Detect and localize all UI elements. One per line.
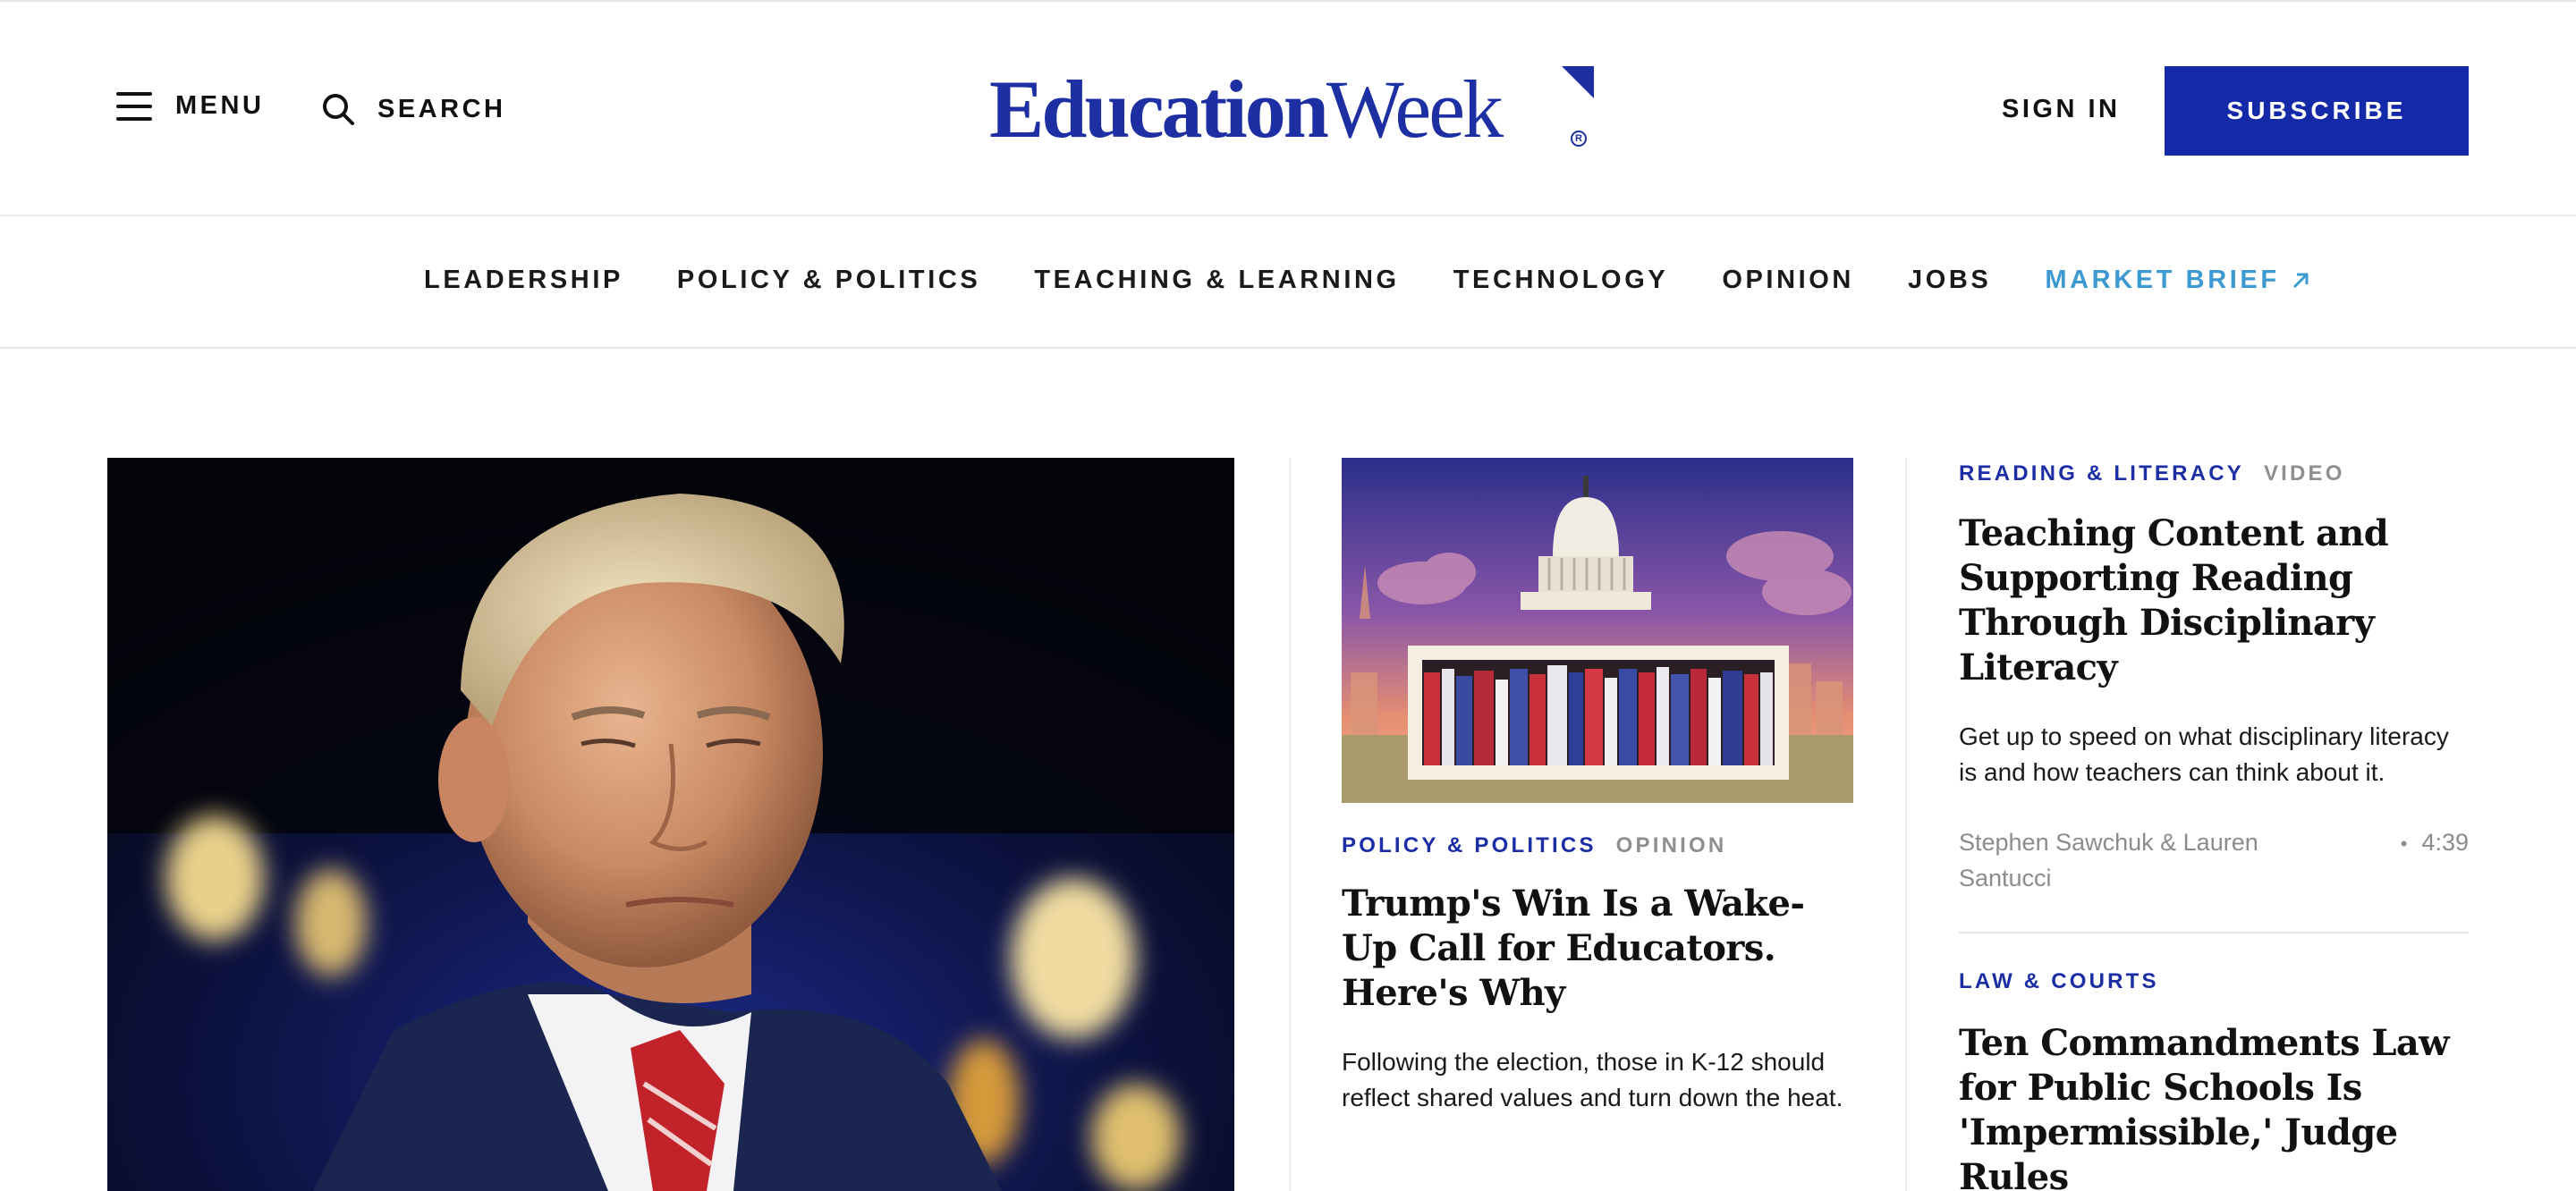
- search-button[interactable]: SEARCH: [320, 91, 505, 127]
- site-logo[interactable]: EducationWeek R: [989, 63, 1594, 156]
- menu-label: MENU: [175, 91, 265, 120]
- story-kicker-row: LAW & COURTS: [1959, 969, 2469, 994]
- hero-photo-illustration: [107, 458, 1234, 1191]
- logo-text-light: Week: [1326, 63, 1504, 155]
- nav-item-leadership[interactable]: LEADERSHIP: [424, 266, 623, 295]
- nav-item-jobs[interactable]: JOBS: [1908, 266, 1991, 295]
- video-duration-value: 4:39: [2421, 829, 2469, 856]
- story-kicker-row: POLICY & POLITICS OPINION: [1342, 833, 1853, 858]
- column-divider: [1289, 458, 1291, 1191]
- nav-item-technology[interactable]: TECHNOLOGY: [1453, 266, 1669, 295]
- logo-text-bold: Education: [989, 63, 1329, 155]
- logo-wordmark: EducationWeek: [989, 68, 1504, 150]
- story-type-label: VIDEO: [2263, 461, 2345, 486]
- story-headline[interactable]: Trump's Win Is a Wake-Up Call for Educat…: [1342, 882, 1853, 1016]
- logo-flag-icon: [1562, 66, 1594, 98]
- hamburger-icon: [116, 91, 152, 121]
- story-category-link[interactable]: POLICY & POLITICS: [1342, 833, 1597, 858]
- nav-item-market-brief[interactable]: MARKET BRIEF: [2045, 266, 2309, 295]
- story-kicker-row: READING & LITERACY VIDEO: [1959, 461, 2469, 486]
- video-duration: • 4:39: [2401, 824, 2469, 896]
- menu-button[interactable]: MENU: [116, 91, 264, 121]
- subscribe-button[interactable]: SUBSCRIBE: [2165, 66, 2469, 156]
- story-summary: Following the election, those in K-12 sh…: [1342, 1048, 1843, 1111]
- external-arrow-icon: [2292, 273, 2309, 288]
- market-brief-label: MARKET BRIEF: [2045, 266, 2280, 294]
- story-divider: [1959, 932, 2469, 933]
- nav-item-opinion[interactable]: OPINION: [1722, 266, 1854, 295]
- story-headline[interactable]: Teaching Content and Supporting Reading …: [1959, 511, 2469, 690]
- right-rail: READING & LITERACY VIDEO Teaching Conten…: [1959, 458, 2469, 1191]
- story-card-opinion: POLICY & POLITICS OPINION Trump's Win Is…: [1342, 458, 1853, 1116]
- story-byline-row: Stephen Sawchuk & Lauren Santucci • 4:39: [1959, 824, 2469, 896]
- story-category-link[interactable]: LAW & COURTS: [1959, 969, 2159, 994]
- nav-items: LEADERSHIP POLICY & POLITICS TEACHING & …: [424, 266, 2310, 295]
- capitol-bookshelf-illustration[interactable]: [1342, 458, 1853, 803]
- column-divider: [1905, 458, 1907, 1191]
- nav-item-policy-politics[interactable]: POLICY & POLITICS: [677, 266, 980, 295]
- story-headline[interactable]: Ten Commandments Law for Public Schools …: [1959, 1021, 2469, 1191]
- nav-item-teaching-learning[interactable]: TEACHING & LEARNING: [1034, 266, 1399, 295]
- sign-in-link[interactable]: SIGN IN: [2002, 95, 2120, 124]
- hero-photo-trump[interactable]: [107, 458, 1234, 1191]
- story-card-video: READING & LITERACY VIDEO Teaching Conten…: [1959, 461, 2469, 933]
- story-category-link[interactable]: READING & LITERACY: [1959, 461, 2244, 486]
- separator-dot: •: [2400, 832, 2408, 855]
- section-nav: LEADERSHIP POLICY & POLITICS TEACHING & …: [0, 216, 2576, 349]
- search-icon: [323, 94, 354, 125]
- registered-mark: R: [1571, 131, 1587, 147]
- story-summary: Get up to speed on what disciplinary lit…: [1959, 722, 2449, 786]
- story-byline: Stephen Sawchuk & Lauren Santucci: [1959, 829, 2258, 891]
- search-label: SEARCH: [377, 94, 506, 123]
- story-card-law: LAW & COURTS Ten Commandments Law for Pu…: [1959, 969, 2469, 1191]
- story-type-label: OPINION: [1615, 833, 1727, 857]
- site-header: MENU SEARCH EducationWeek R SIGN IN SUBS…: [0, 0, 2576, 216]
